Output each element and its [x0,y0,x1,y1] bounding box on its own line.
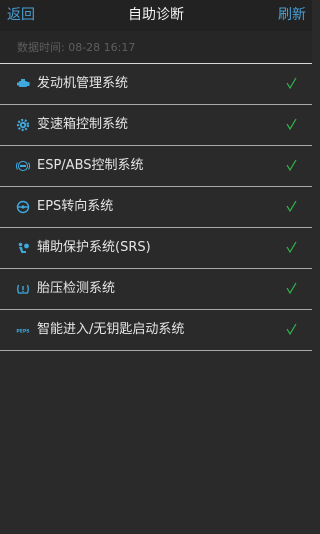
system-label: ESP/ABS控制系统 [37,158,144,173]
gearbox-icon [15,117,31,133]
ok-check-icon [286,117,297,131]
tire-pressure-icon [15,281,31,297]
abs-icon [15,158,31,174]
steering-wheel-icon [15,199,31,215]
system-label: 智能进入/无钥匙启动系统 [37,322,185,337]
ok-check-icon [286,322,297,336]
system-label: EPS转向系统 [37,199,114,214]
list-item-eps-steering-system[interactable]: EPS转向系统 [0,187,312,228]
airbag-icon [15,240,31,256]
list-item-gearbox-system[interactable]: 变速箱控制系统 [0,105,312,146]
data-timestamp: 数据时间: 08-28 16:17 [17,41,136,54]
ok-check-icon [286,281,297,295]
engine-icon [15,76,31,92]
list-item-engine-system[interactable]: 发动机管理系统 [0,64,312,105]
timestamp-bar: 数据时间: 08-28 16:17 [0,31,312,63]
list-item-esp-abs-system[interactable]: ESP/ABS控制系统 [0,146,312,187]
refresh-button[interactable]: 刷新 [278,6,306,25]
keyless-entry-icon: PEPS [15,322,31,338]
system-list: 发动机管理系统 变速箱控制系统 ESP/ABS控制系统 EPS转向系统 辅助保护… [0,63,312,351]
ok-check-icon [286,76,297,90]
ok-check-icon [286,158,297,172]
system-label: 发动机管理系统 [37,76,129,91]
system-label: 变速箱控制系统 [37,117,129,132]
ok-check-icon [286,199,297,213]
navigation-bar: 返回 自助诊断 刷新 [0,0,312,31]
list-item-tire-pressure-system[interactable]: 胎压检测系统 [0,269,312,310]
list-item-keyless-entry-system[interactable]: PEPS 智能进入/无钥匙启动系统 [0,310,312,351]
system-label: 胎压检测系统 [37,281,116,296]
system-label: 辅助保护系统(SRS) [37,240,151,255]
list-item-srs-system[interactable]: 辅助保护系统(SRS) [0,228,312,269]
peps-icon-text: PEPS [16,329,29,335]
page-title: 自助诊断 [128,7,184,23]
ok-check-icon [286,240,297,254]
